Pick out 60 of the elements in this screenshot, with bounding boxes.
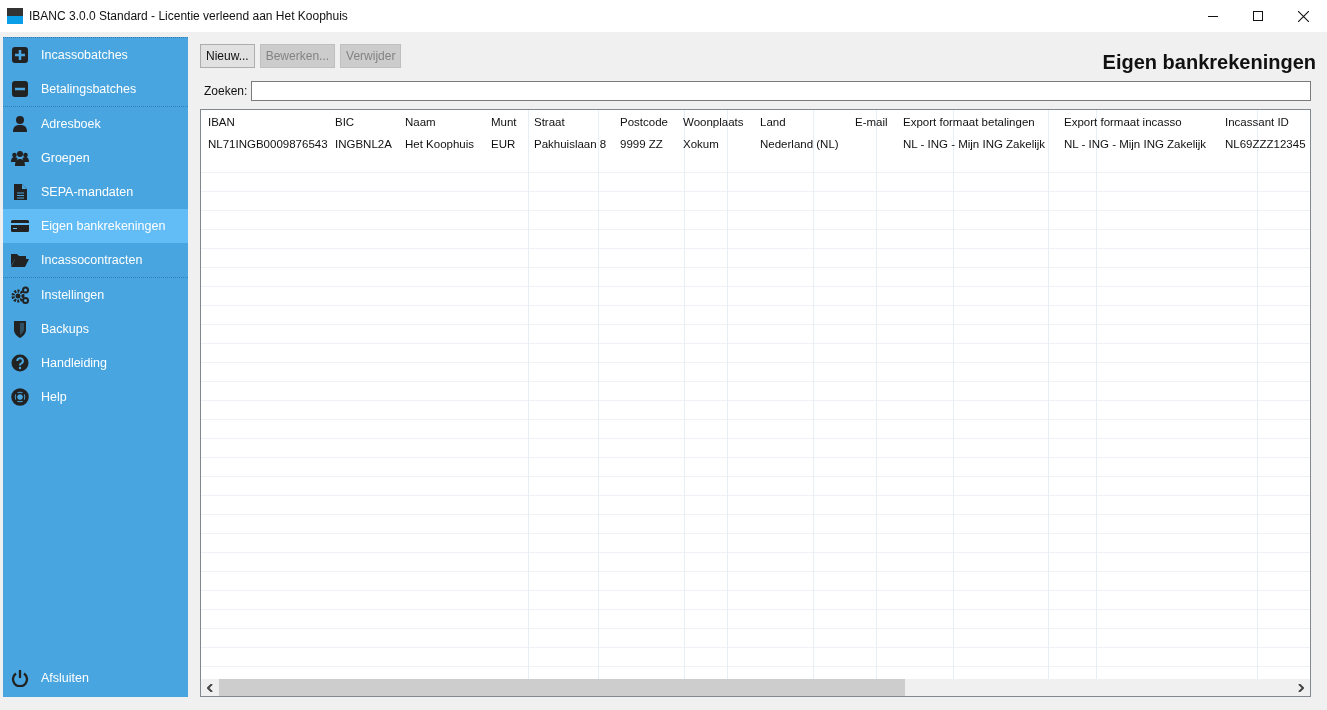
horizontal-scrollbar[interactable]	[201, 679, 1310, 696]
maximize-icon[interactable]	[1253, 11, 1263, 21]
sidebar-item[interactable]: Backups	[3, 312, 188, 346]
minimize-icon[interactable]	[1208, 15, 1218, 17]
scroll-left-icon[interactable]	[207, 683, 213, 692]
minus-icon	[11, 80, 29, 98]
sidebar-item[interactable]: Incassocontracten	[3, 243, 188, 277]
gears-icon	[11, 286, 29, 304]
window-title: IBANC 3.0.0 Standard - Licentie verleend aan Het Koophuis	[29, 9, 348, 23]
column-header[interactable]: Postcode	[613, 110, 676, 135]
search-field[interactable]	[251, 81, 1311, 101]
sidebar-item[interactable]: Betalingsbatches	[3, 72, 188, 106]
sidebar-item[interactable]: SEPA-mandaten	[3, 175, 188, 209]
sidebar-item[interactable]: Eigen bankrekeningen	[3, 209, 188, 243]
table-cell-text: Pakhuislaan 8	[533, 137, 608, 152]
table-cell-text: Het Koophuis	[404, 137, 476, 152]
column-header[interactable]: BIC	[328, 110, 398, 135]
column-header[interactable]: IBAN	[201, 110, 328, 135]
document-icon	[11, 183, 29, 201]
column-header[interactable]: Straat	[527, 110, 613, 135]
table-cell-text: Xokum	[682, 137, 720, 152]
question-icon	[11, 354, 29, 372]
power-icon	[11, 669, 29, 687]
page-title: Eigen bankrekeningen	[1102, 51, 1316, 74]
column-header[interactable]: Incassant ID	[1218, 110, 1310, 135]
table-cell-text: NL71INGB0009876543	[207, 137, 328, 152]
sidebar-item[interactable]: Adresboek	[3, 107, 188, 141]
column-header[interactable]: Naam	[398, 110, 484, 135]
table-cell-text: 9999 ZZ	[619, 137, 664, 152]
sidebar-item[interactable]: Instellingen	[3, 278, 188, 312]
person-icon	[11, 115, 29, 133]
scroll-right-icon[interactable]	[1298, 683, 1304, 692]
table-cell-text: EUR	[490, 137, 517, 152]
table-cell-text: INGBNL2A	[334, 137, 393, 152]
app-icon	[7, 8, 23, 24]
shield-icon	[11, 320, 29, 338]
close-icon[interactable]	[1298, 10, 1309, 22]
sidebar-item[interactable]: Groepen	[3, 141, 188, 175]
folder-icon	[11, 251, 29, 269]
plus-icon	[11, 46, 29, 64]
sidebar-item[interactable]: Help	[3, 380, 188, 414]
sidebar-item[interactable]: Handleiding	[3, 346, 188, 380]
column-header[interactable]: Export formaat betalingen	[896, 110, 1057, 135]
card-icon	[11, 217, 29, 235]
lifebuoy-icon	[11, 388, 29, 406]
sidebar-item[interactable]: Incassobatches	[3, 38, 188, 72]
column-header[interactable]: Export formaat incasso	[1057, 110, 1218, 135]
column-header[interactable]: Woonplaats	[676, 110, 753, 135]
column-header[interactable]: Land	[753, 110, 848, 135]
toolbar-button[interactable]: Nieuw...	[200, 44, 255, 68]
table-cell-text: NL - ING - Mijn ING Zakelijk	[902, 137, 1047, 152]
column-header[interactable]: Munt	[484, 110, 527, 135]
table-cell-text: NL - ING - Mijn ING Zakelijk	[1063, 137, 1208, 152]
group-icon	[11, 149, 29, 167]
sidebar-item[interactable]: Afsluiten	[3, 661, 188, 695]
search-label: Zoeken:	[204, 84, 248, 98]
column-header[interactable]: E-mail	[848, 110, 896, 135]
table-cell-text: NL69ZZZ12345	[1224, 137, 1307, 152]
table-cell-text: Nederland (NL)	[759, 137, 840, 152]
scrollbar-thumb[interactable]	[219, 679, 905, 696]
